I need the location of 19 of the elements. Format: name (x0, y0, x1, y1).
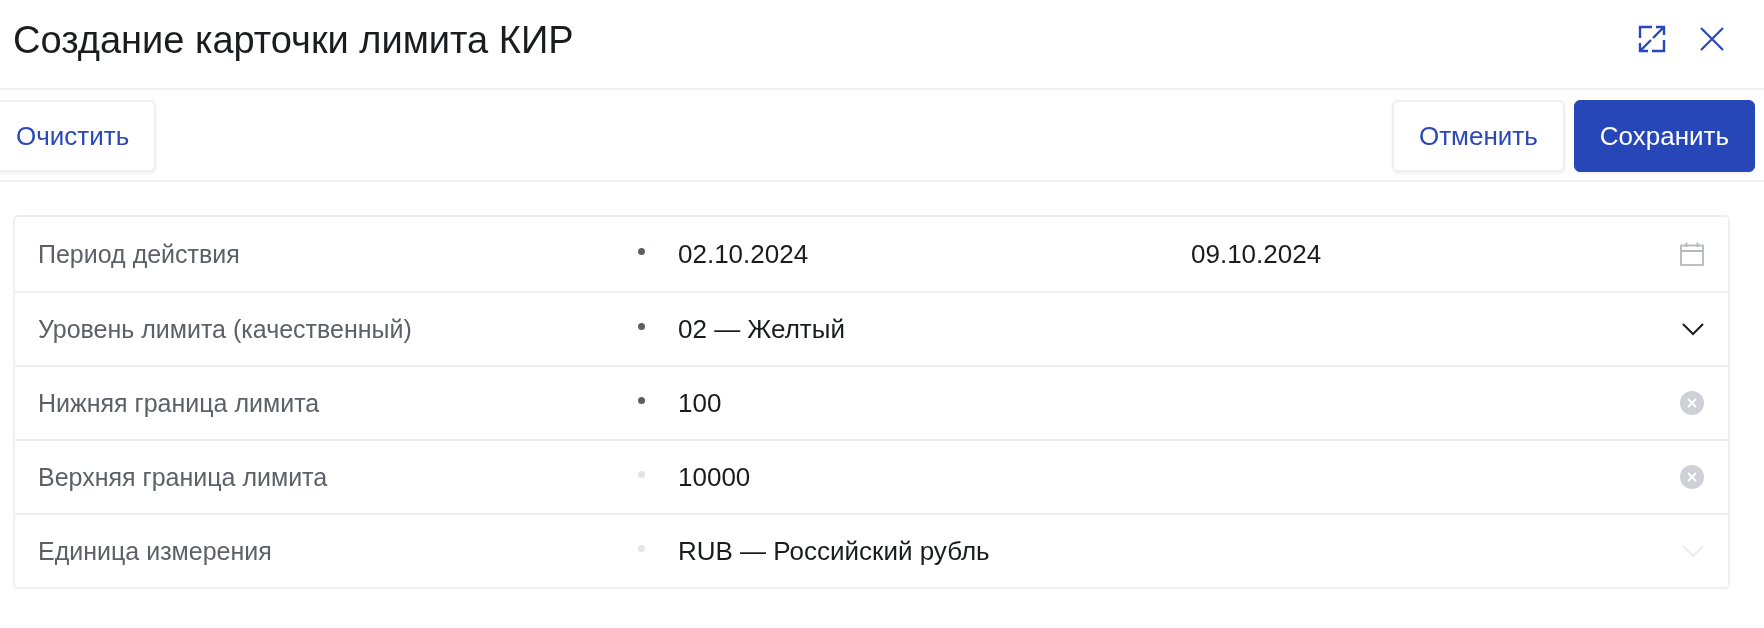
expand-icon[interactable] (1638, 25, 1666, 53)
date-field[interactable]: 09.10.2024 (1191, 238, 1680, 270)
primary-button[interactable]: Сохранить (1573, 100, 1755, 172)
secondary-button[interactable]: Очистить (0, 100, 157, 172)
field-label: Верхняя граница лимита (38, 462, 329, 492)
clear-icon[interactable] (1680, 391, 1704, 415)
field-label: Период действия (38, 239, 241, 269)
field-label: Нижняя граница лимита (38, 388, 321, 418)
field-label: Единица измерения (38, 536, 273, 566)
field-label: Уровень лимита (качественный) (38, 314, 413, 344)
close-icon[interactable] (1698, 25, 1726, 53)
window-title: Создание карточки лимита КИР (13, 18, 574, 63)
number-field[interactable]: 10000 (678, 461, 1680, 493)
clear-icon[interactable] (1680, 465, 1704, 489)
secondary-button[interactable]: Отменить (1392, 100, 1565, 172)
select-field[interactable]: 02 — Желтый (678, 313, 1682, 345)
number-field[interactable]: 100 (678, 387, 1680, 419)
date-field[interactable]: 02.10.2024 (678, 238, 1191, 270)
calendar-icon[interactable] (1680, 242, 1704, 266)
